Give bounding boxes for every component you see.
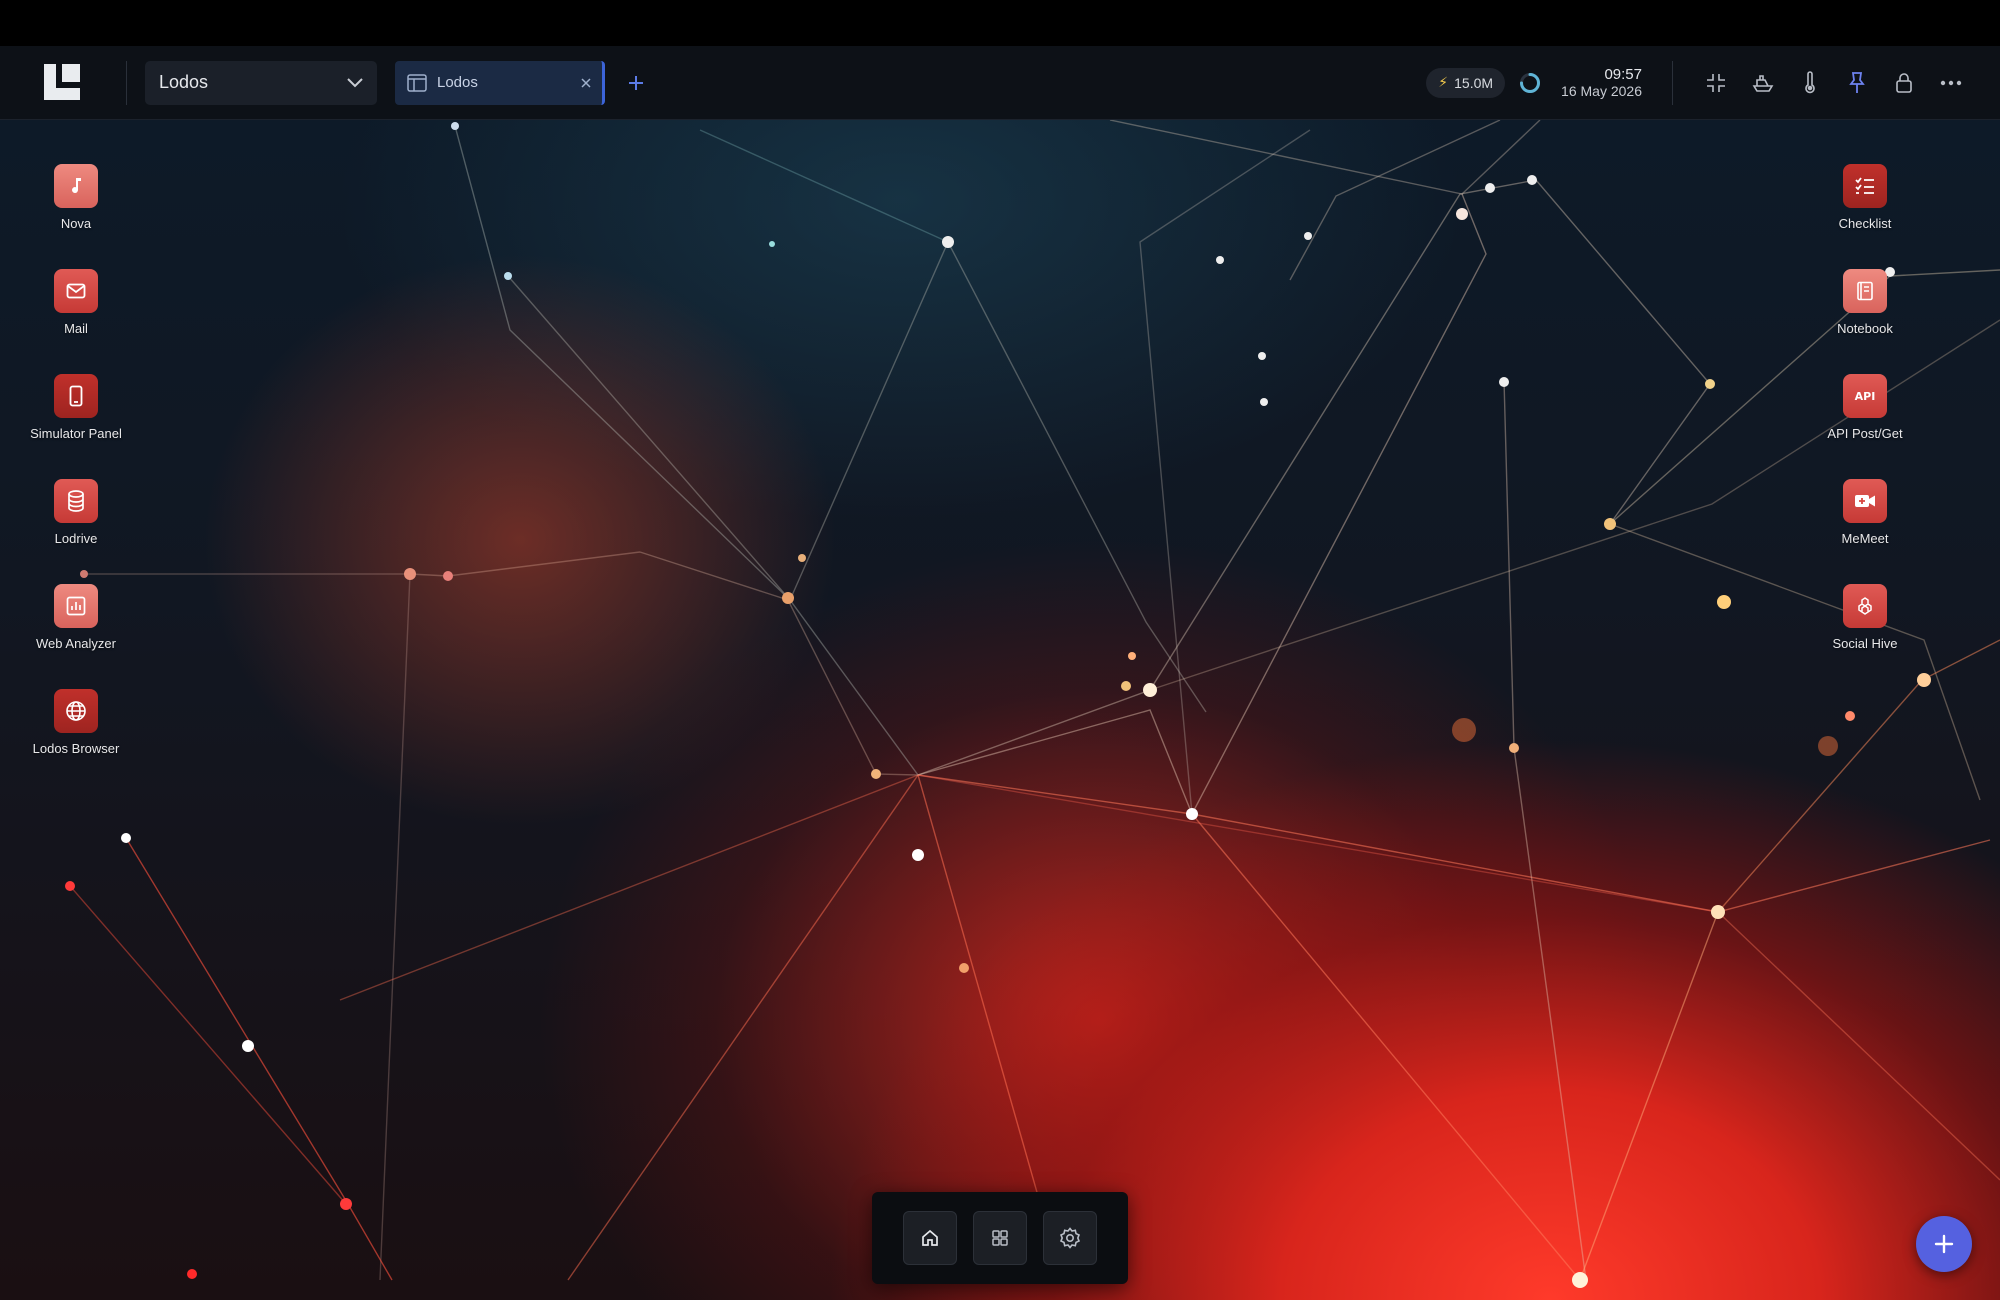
checklist-icon	[1843, 164, 1887, 208]
clock: 09:57 16 May 2026	[1561, 66, 1642, 99]
app-label: MeMeet	[1841, 531, 1889, 546]
boat-icon[interactable]	[1750, 70, 1776, 96]
dock-settings-button[interactable]	[1043, 1211, 1097, 1265]
app-notebook[interactable]: Notebook	[1800, 269, 1930, 336]
app-checklist[interactable]: Checklist	[1800, 164, 1930, 231]
globe-icon	[54, 689, 98, 733]
clock-time: 09:57	[1604, 66, 1642, 83]
app-social-hive[interactable]: Social Hive	[1800, 584, 1930, 651]
video-icon	[1843, 479, 1887, 523]
app-label: Social Hive	[1832, 636, 1898, 651]
network-wallpaper	[65, 120, 2000, 1288]
dock	[872, 1192, 1128, 1284]
app-api-post-get[interactable]: API API Post/Get	[1800, 374, 1930, 441]
api-badge-text: API	[1854, 389, 1876, 403]
energy-badge[interactable]: ⚡ 15.0M	[1426, 67, 1506, 98]
chevron-down-icon	[347, 77, 363, 87]
plus-icon	[1934, 1234, 1954, 1254]
mail-icon	[54, 269, 98, 313]
home-icon	[922, 1229, 938, 1246]
tab-label: Lodos	[437, 74, 478, 91]
app-label: Simulator Panel	[30, 426, 122, 441]
add-widget-button[interactable]	[1916, 1216, 1972, 1272]
app-web-analyzer[interactable]: Web Analyzer	[11, 584, 141, 651]
app-label: Notebook	[1837, 321, 1893, 336]
collapse-icon[interactable]	[1703, 70, 1729, 96]
app-label: Checklist	[1838, 216, 1892, 231]
chart-icon	[54, 584, 98, 628]
music-note-icon	[54, 164, 98, 208]
add-tab-button[interactable]	[627, 70, 645, 96]
divider	[126, 60, 127, 105]
divider	[1672, 60, 1673, 105]
app-lodrive[interactable]: Lodrive	[11, 479, 141, 546]
thermometer-icon[interactable]	[1797, 70, 1823, 96]
energy-value: 15.0M	[1454, 74, 1494, 91]
top-bar: Lodos Lodos ⚡ 15.0M 09:57 16 May 2026	[0, 46, 2000, 120]
pin-icon[interactable]	[1844, 70, 1870, 96]
phone-icon	[54, 374, 98, 418]
app-label: Lodrive	[54, 531, 98, 546]
app-label: Nova	[60, 216, 92, 231]
app-lodos-browser[interactable]: Lodos Browser	[11, 689, 141, 756]
grid-icon	[992, 1230, 1008, 1246]
more-icon[interactable]	[1938, 70, 1964, 96]
plus-icon	[629, 75, 643, 90]
window-icon	[407, 73, 427, 92]
loading-spinner-icon	[1520, 72, 1541, 93]
hive-icon	[1843, 584, 1887, 628]
workspace-select-value: Lodos	[159, 72, 209, 92]
app-nova[interactable]: Nova	[11, 164, 141, 231]
app-memeet[interactable]: MeMeet	[1800, 479, 1930, 546]
top-black-strip	[0, 0, 2000, 46]
app-simulator-panel[interactable]: Simulator Panel	[11, 374, 141, 441]
api-icon: API	[1843, 374, 1887, 418]
app-label: Lodos Browser	[32, 741, 120, 756]
lodos-logo[interactable]	[44, 63, 82, 102]
database-icon	[54, 479, 98, 523]
close-icon[interactable]	[580, 77, 592, 89]
dock-home-button[interactable]	[903, 1211, 957, 1265]
dock-apps-button[interactable]	[973, 1211, 1027, 1265]
tab-lodos[interactable]: Lodos	[395, 60, 605, 105]
lock-icon[interactable]	[1891, 70, 1917, 96]
bolt-icon: ⚡	[1438, 74, 1449, 90]
app-mail[interactable]: Mail	[11, 269, 141, 336]
settings-icon	[1059, 1227, 1081, 1249]
clock-date: 16 May 2026	[1561, 83, 1642, 99]
desktop[interactable]: Nova Mail Simulator Panel Lodrive Web An…	[0, 120, 2000, 1300]
workspace-select[interactable]: Lodos	[145, 60, 377, 105]
notebook-icon	[1843, 269, 1887, 313]
app-label: Mail	[64, 321, 88, 336]
app-label: API Post/Get	[1827, 426, 1903, 441]
app-label: Web Analyzer	[36, 636, 116, 651]
